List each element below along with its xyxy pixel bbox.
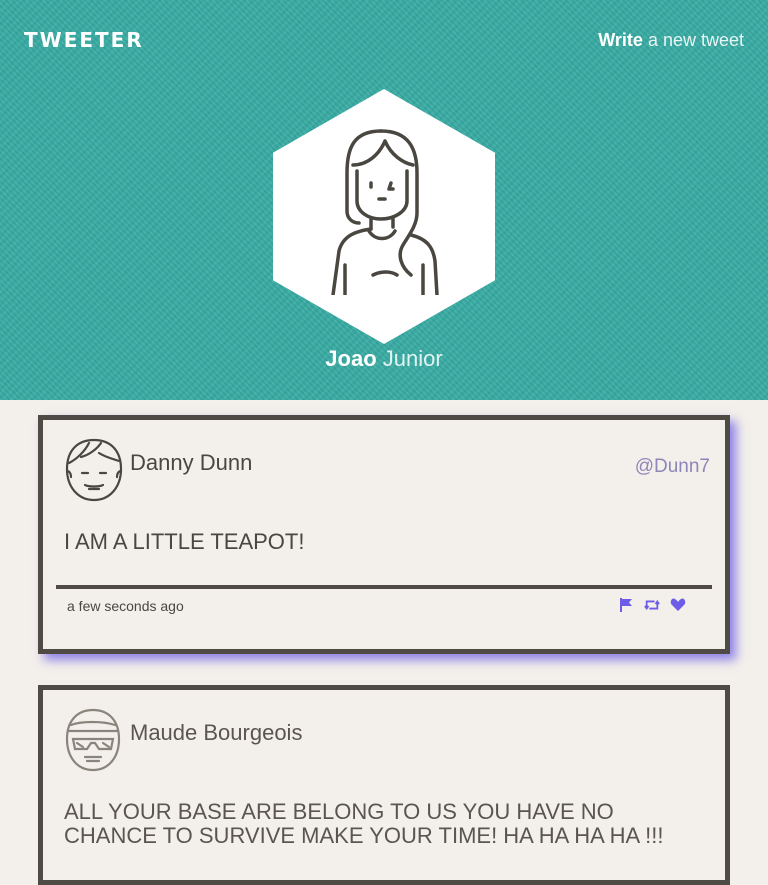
profile-header: TWEETER Write a new tweet Joao Junior — [0, 0, 768, 400]
profile-avatar-icon — [331, 129, 439, 295]
write-rest-label: a new tweet — [647, 30, 744, 50]
tweet-author-name[interactable]: Maude Bourgeois — [130, 720, 302, 746]
tweet-author-name[interactable]: Danny Dunn — [130, 450, 252, 476]
retweet-icon[interactable] — [644, 596, 660, 614]
tweet-actions — [618, 596, 686, 614]
tweet-divider — [56, 585, 712, 589]
profile-last-name: Junior — [382, 346, 443, 371]
user-avatar-icon — [65, 438, 123, 502]
profile-name: Joao Junior — [0, 346, 768, 372]
brand-logo[interactable]: TWEETER — [24, 28, 144, 52]
tweet-card: Maude Bourgeois ALL YOUR BASE ARE BELONG… — [38, 685, 730, 885]
tweet-timestamp: a few seconds ago — [67, 598, 184, 614]
flag-icon[interactable] — [618, 596, 634, 614]
profile-first-name: Joao — [325, 346, 377, 371]
write-label: Write — [598, 30, 643, 50]
tweet-author-handle[interactable]: @Dunn7 — [635, 456, 710, 478]
write-tweet-link[interactable]: Write a new tweet — [598, 30, 744, 51]
tweet-card: Danny Dunn @Dunn7 I AM A LITTLE TEAPOT! … — [38, 415, 730, 654]
user-avatar-icon — [65, 708, 121, 772]
tweet-text: ALL YOUR BASE ARE BELONG TO US YOU HAVE … — [64, 799, 664, 848]
tweet-text: I AM A LITTLE TEAPOT! — [64, 529, 305, 554]
heart-icon[interactable] — [670, 596, 686, 614]
profile-avatar-hexagon — [273, 89, 495, 344]
